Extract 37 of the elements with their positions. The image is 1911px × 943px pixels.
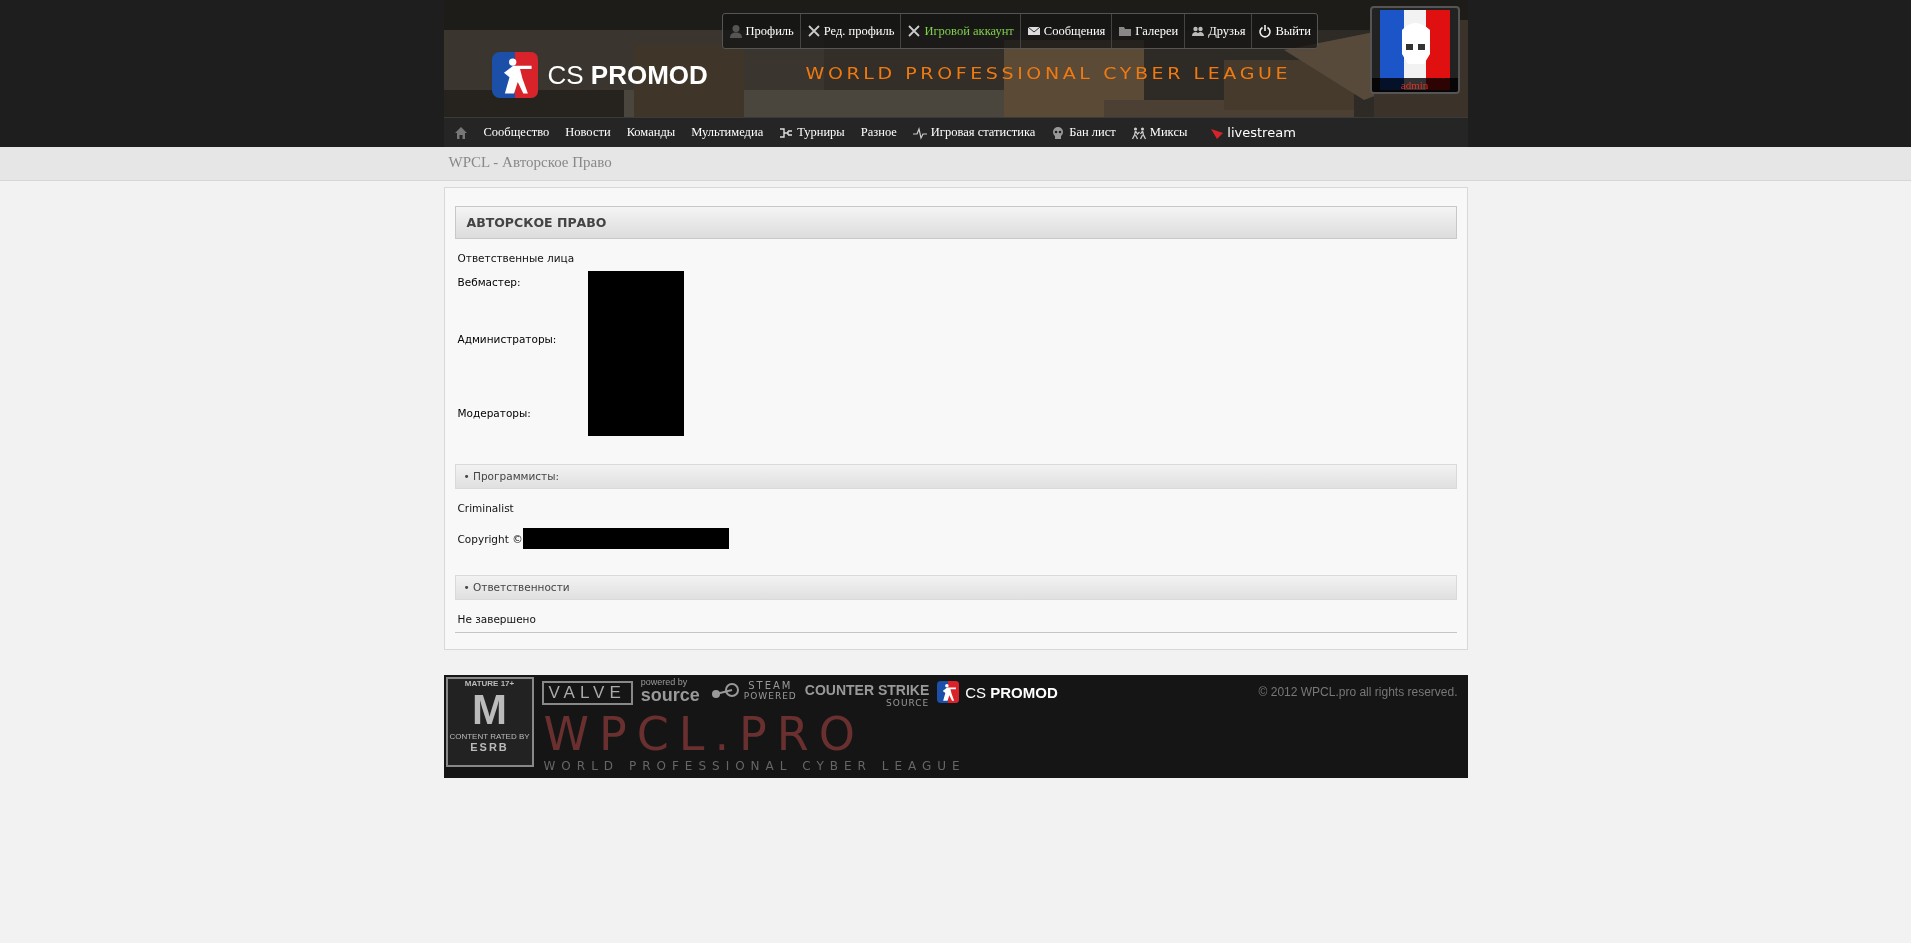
nav-link[interactable]: Миксы [1131,125,1188,140]
nav-link[interactable]: Игровая статистика [912,125,1036,140]
body-text: Ответственные лица [456,251,576,266]
nav-link[interactable]: Новости [565,125,611,140]
livestream-mark-icon [1211,126,1224,139]
panel-title: АВТОРСКОЕ ПРАВО [454,206,1457,239]
rating-badge: MATURE 17+ M CONTENT RATED BY ESRB [445,677,534,767]
section-heading: • Ответственности [454,575,1457,600]
bracket-icon [779,125,794,140]
footer-copyright: © 2012 WPCL.pro all rights reserved. [1258,685,1458,699]
body-text: Criminalist [456,501,515,516]
nav-link[interactable]: Бан лист [1051,125,1116,140]
promod-logo-text: CS PROMOD [965,683,1058,701]
body-text: Не завершено [454,600,1457,633]
counter-strike-logo: COUNTER STRIKE SOURCE [804,682,930,708]
valve-logo: VALVE [541,681,633,705]
role-label: Модераторы: [457,407,532,419]
steam-logo: STEAM POWERED [707,680,797,701]
nav-link[interactable]: Разное [860,125,897,140]
copyright-text: Copyright © [457,532,523,545]
livestream-link[interactable]: livestream [1211,125,1296,140]
section-heading: • Программисты: [454,464,1457,489]
nav-link[interactable]: Мультимедиа [691,125,764,140]
cs-promod-logo-icon [937,681,960,703]
nav-link[interactable]: Команды [626,125,676,140]
breadcrumb-title: WPCL - Авторское Право [447,153,612,171]
source-logo: powered by source [640,677,700,703]
footer-backdrop-tagline: WORLD PROFESSIONAL CYBER LEAGUE [543,759,966,773]
nav-link[interactable]: Турниры [779,125,845,140]
fighters-icon [1131,125,1146,140]
pulse-icon [912,125,927,140]
footer-backdrop-title: WPCL.PRO [543,709,866,759]
skull-icon [1051,125,1066,140]
role-label: Вебмастер: [457,276,522,288]
home-icon[interactable] [453,125,468,140]
nav-link[interactable]: Сообщество [483,125,550,140]
role-label: Администраторы: [457,333,558,345]
